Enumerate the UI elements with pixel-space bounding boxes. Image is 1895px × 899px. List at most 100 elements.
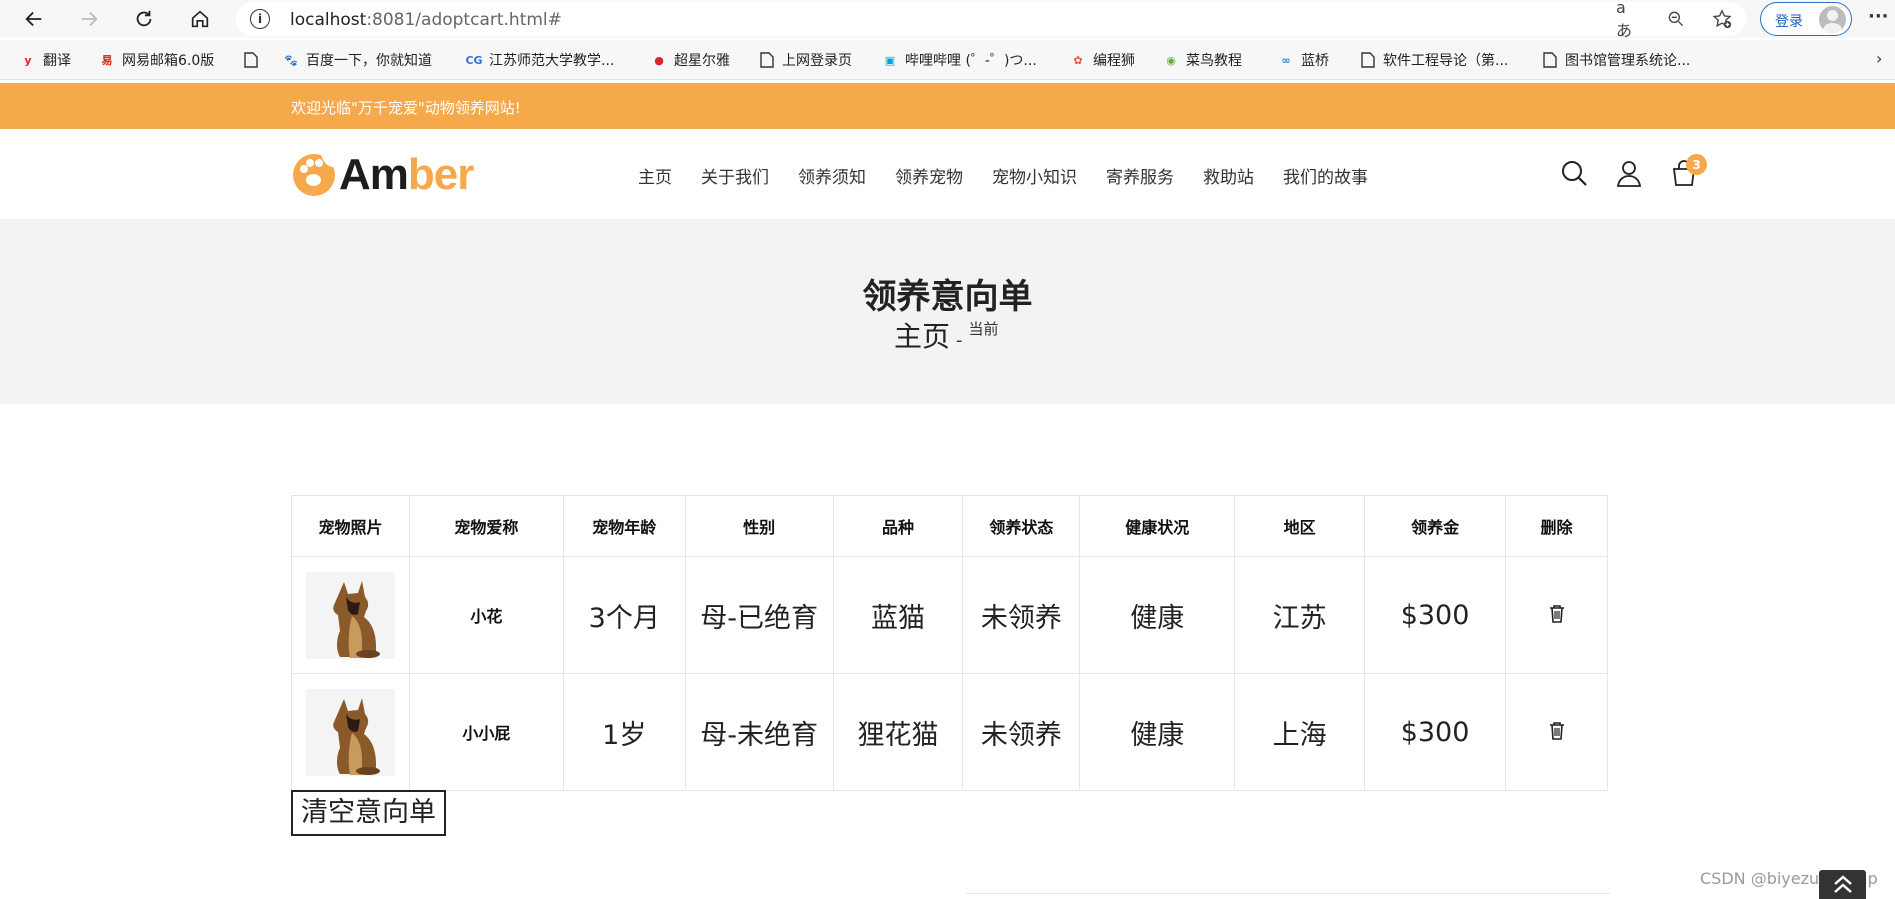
back-icon[interactable] bbox=[18, 3, 50, 35]
bookmark-item[interactable]: 软件工程导论（第... bbox=[1360, 49, 1508, 71]
nav-home[interactable]: 主页 bbox=[638, 163, 672, 188]
column-header: 删除 bbox=[1505, 495, 1608, 557]
adoption-status: 未领养 bbox=[962, 556, 1081, 674]
welcome-strip: 欢迎光临"万千宠爱"动物领养网站! bbox=[0, 83, 1895, 129]
page-hero: 领养意向单 主页 - 当前 bbox=[0, 219, 1895, 404]
more-menu-icon[interactable]: ··· bbox=[1868, 6, 1889, 27]
column-header: 品种 bbox=[832, 495, 964, 557]
pet-photo bbox=[305, 688, 395, 776]
profile-login-button[interactable]: 登录 bbox=[1760, 2, 1852, 36]
bookmark-item[interactable]: ▣ 哔哩哔哩 (゜-゜)つ... bbox=[882, 49, 1037, 71]
bookmark-item[interactable]: y 翻译 bbox=[20, 49, 71, 71]
avatar bbox=[1819, 6, 1846, 33]
bookmark-item[interactable] bbox=[243, 49, 266, 71]
bookmarks-bar: y 翻译 易网易邮箱6.0版 🐾 百度一下，你就知道 CG 江苏师范大学教学... ●… bbox=[0, 40, 1895, 80]
pet-breed: 狸花猫 bbox=[832, 673, 964, 791]
table-row: 小小屁 1岁 母-未绝育 狸花猫 未领养 健康 上海 $300 bbox=[291, 673, 1608, 791]
bookmark-label: 翻译 bbox=[43, 53, 71, 69]
column-header: 性别 bbox=[684, 495, 834, 557]
nav-pet-tips[interactable]: 宠物小知识 bbox=[992, 163, 1077, 188]
health-status: 健康 bbox=[1079, 556, 1236, 674]
pet-region: 江苏 bbox=[1234, 556, 1366, 674]
nav-our-story[interactable]: 我们的故事 bbox=[1283, 163, 1368, 188]
search-icon[interactable] bbox=[1557, 156, 1591, 190]
bookmark-item[interactable]: 🐾 百度一下，你就知道 bbox=[283, 49, 432, 71]
user-icon[interactable] bbox=[1612, 156, 1646, 190]
bookmark-label: 上网登录页 bbox=[782, 53, 852, 69]
bookmark-item[interactable]: 易网易邮箱6.0版 bbox=[99, 49, 215, 71]
bookmark-item[interactable]: ✿ 编程狮 bbox=[1070, 49, 1135, 71]
adoption-status: 未领养 bbox=[962, 673, 1081, 791]
bookmark-item[interactable]: ∞ 蓝桥 bbox=[1278, 49, 1329, 71]
trash-icon[interactable] bbox=[1548, 600, 1566, 623]
nav-rescue-station[interactable]: 救助站 bbox=[1203, 163, 1254, 188]
clear-cart-button[interactable]: 清空意向单 bbox=[291, 790, 446, 836]
column-header: 领养金 bbox=[1364, 495, 1507, 557]
nav-adoption-notice[interactable]: 领养须知 bbox=[798, 163, 866, 188]
favorite-add-icon[interactable] bbox=[1710, 8, 1734, 30]
refresh-icon[interactable] bbox=[128, 3, 160, 35]
delete-cell bbox=[1505, 556, 1608, 674]
bookmark-label: 蓝桥 bbox=[1301, 53, 1329, 69]
divider bbox=[966, 893, 1610, 894]
bookmark-label: 图书馆管理系统论... bbox=[1565, 53, 1691, 69]
bookmark-item[interactable]: CG 江苏师范大学教学... bbox=[465, 49, 615, 71]
address-bar[interactable]: i localhost:8081/adoptcart.html# aあ bbox=[236, 0, 1746, 40]
site-header: Amber 主页 关于我们 领养须知 领养宠物 宠物小知识 寄养服务 救助站 我… bbox=[0, 129, 1895, 219]
column-header: 健康状况 bbox=[1079, 495, 1236, 557]
column-header: 宠物照片 bbox=[291, 495, 410, 557]
bookmark-item[interactable]: ◉ 菜鸟教程 bbox=[1163, 49, 1242, 71]
paw-logo-icon bbox=[293, 152, 337, 196]
jsnu-icon: CG bbox=[465, 53, 483, 67]
welcome-text: 欢迎光临"万千宠爱"动物领养网站! bbox=[291, 99, 521, 117]
zoom-out-icon[interactable] bbox=[1664, 8, 1688, 30]
adoption-fee: $300 bbox=[1364, 556, 1507, 674]
pet-photo bbox=[305, 571, 395, 659]
cart-count-badge: 3 bbox=[1686, 154, 1707, 175]
forward-icon[interactable] bbox=[73, 3, 105, 35]
bookmark-label: 百度一下，你就知道 bbox=[306, 53, 432, 69]
translate-glyph: aあ bbox=[1616, 0, 1633, 40]
column-header: 宠物爱称 bbox=[408, 495, 564, 557]
page-icon bbox=[1360, 52, 1376, 68]
bookmark-label: 菜鸟教程 bbox=[1186, 53, 1242, 69]
breadcrumb: 主页 - 当前 bbox=[894, 315, 999, 355]
pet-gender: 母-已绝育 bbox=[684, 556, 834, 674]
adoption-cart-table: 宠物照片 宠物爱称 宠物年龄 性别 品种 领养状态 健康状况 地区 领养金 删除… bbox=[291, 495, 1608, 791]
column-header: 宠物年龄 bbox=[562, 495, 686, 557]
nav-boarding[interactable]: 寄养服务 bbox=[1106, 163, 1174, 188]
column-header: 领养状态 bbox=[962, 495, 1081, 557]
page-icon bbox=[1542, 52, 1558, 68]
url-text: localhost:8081/adoptcart.html# bbox=[290, 10, 562, 30]
page-icon bbox=[759, 52, 775, 68]
home-icon[interactable] bbox=[184, 3, 216, 35]
pet-photo-cell bbox=[291, 556, 410, 674]
pet-breed: 蓝猫 bbox=[832, 556, 964, 674]
breadcrumb-home[interactable]: 主页 bbox=[894, 315, 950, 355]
translate-icon[interactable]: aあ bbox=[1616, 0, 1640, 40]
table-header-row: 宠物照片 宠物爱称 宠物年龄 性别 品种 领养状态 健康状况 地区 领养金 删除 bbox=[291, 495, 1608, 557]
bookmark-label: 江苏师范大学教学... bbox=[489, 53, 615, 69]
bookmark-item[interactable]: 图书馆管理系统论... bbox=[1542, 49, 1690, 71]
page-icon bbox=[243, 52, 259, 68]
site-info-icon[interactable]: i bbox=[250, 9, 270, 29]
breadcrumb-current: 当前 bbox=[968, 320, 999, 338]
url-path: :8081/adoptcart.html# bbox=[366, 10, 562, 30]
bookmark-label: 哔哩哔哩 (゜-゜)つ... bbox=[905, 53, 1037, 69]
bookmark-item[interactable]: ● 超星尔雅 bbox=[651, 49, 730, 71]
youdao-icon: y bbox=[24, 53, 32, 67]
nav-about[interactable]: 关于我们 bbox=[701, 163, 769, 188]
logo[interactable]: Amber bbox=[293, 150, 474, 200]
lanqiao-icon: ∞ bbox=[1281, 53, 1291, 67]
trash-icon[interactable] bbox=[1548, 717, 1566, 740]
login-label: 登录 bbox=[1775, 14, 1803, 30]
chaoxing-icon: ● bbox=[654, 53, 664, 67]
breadcrumb-separator: - bbox=[956, 330, 963, 351]
scroll-to-top-button[interactable] bbox=[1819, 870, 1866, 899]
chevron-right-icon[interactable]: › bbox=[1876, 49, 1882, 68]
bookmark-item[interactable]: 上网登录页 bbox=[759, 49, 852, 71]
nav-adopt-pets[interactable]: 领养宠物 bbox=[895, 163, 963, 188]
adoption-fee: $300 bbox=[1364, 673, 1507, 791]
netease-mail-icon: 易 bbox=[101, 54, 113, 67]
logo-text: Amber bbox=[339, 150, 474, 200]
